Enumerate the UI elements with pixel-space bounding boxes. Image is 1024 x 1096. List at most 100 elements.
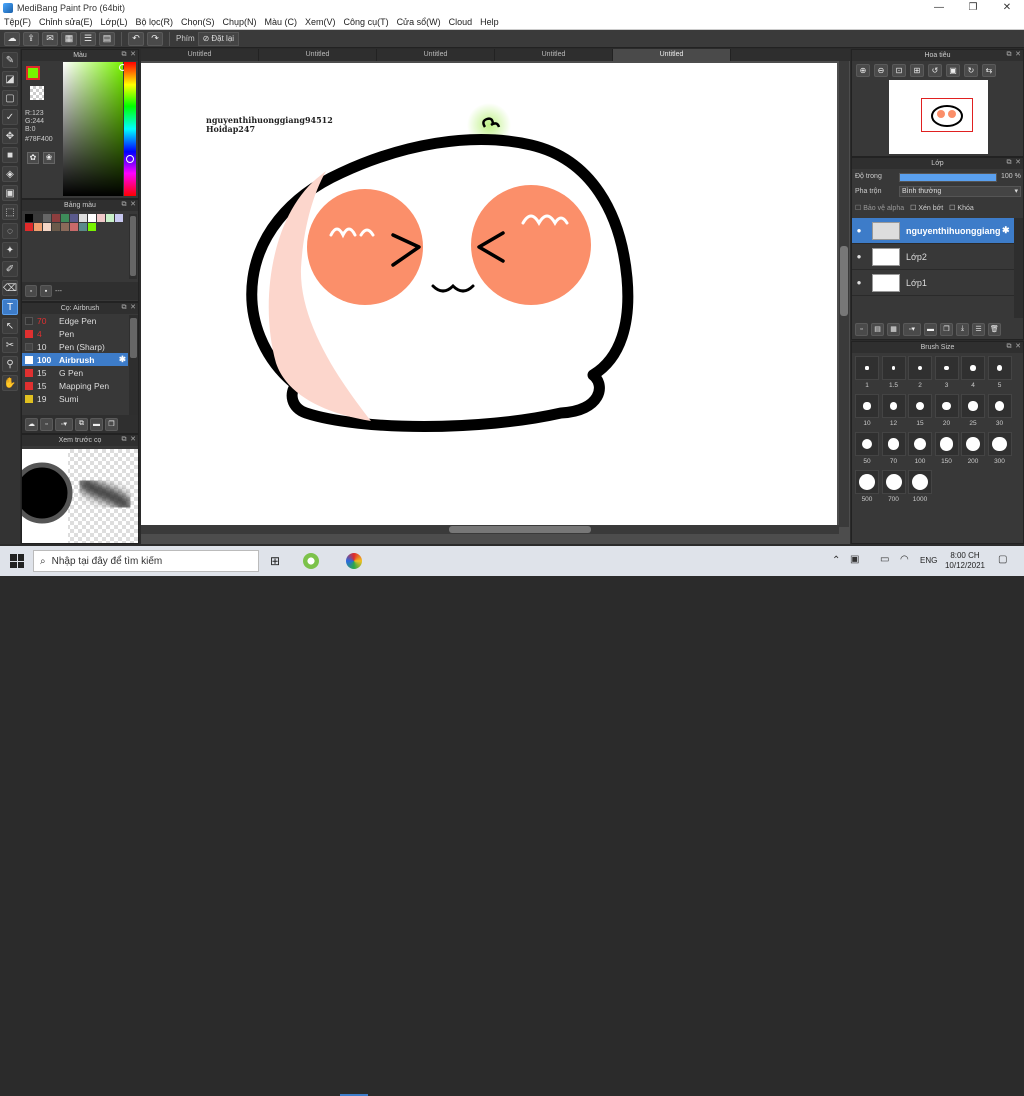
- pen-tool-icon[interactable]: ✓: [2, 109, 18, 125]
- taskbar-search[interactable]: ⌕ Nhập tại đây để tìm kiếm: [33, 550, 259, 572]
- duplicate-layer-icon[interactable]: ❐: [940, 322, 953, 336]
- brush-size-option[interactable]: [987, 432, 1012, 456]
- clipping-checkbox[interactable]: ☐ Xén bớt: [910, 204, 943, 212]
- bucket-tool-icon[interactable]: ◈: [2, 166, 18, 182]
- brush-settings-icon[interactable]: ✱: [119, 354, 126, 365]
- delete-layer-icon[interactable]: 🗑: [988, 322, 1001, 336]
- maximize-button[interactable]: ❐: [956, 2, 990, 13]
- brush-size-option[interactable]: [855, 470, 879, 494]
- palette-swatch[interactable]: [79, 214, 87, 222]
- palette-swatch[interactable]: [70, 223, 78, 231]
- panel-close-icon[interactable]: ✕: [129, 436, 137, 444]
- brush-item[interactable]: 4 Pen: [22, 327, 128, 340]
- tab-document[interactable]: Untitled: [377, 49, 495, 61]
- layer-item[interactable]: ● Lớp1: [852, 270, 1014, 296]
- horizontal-scroll-thumb[interactable]: [449, 526, 591, 533]
- brush-size-option[interactable]: [987, 394, 1012, 418]
- brush-size-option[interactable]: [908, 470, 932, 494]
- palette-swatch[interactable]: [97, 214, 105, 222]
- notification-icon[interactable]: ▢: [998, 554, 1007, 565]
- drawing-canvas[interactable]: nguyenthihuonggiang94512 Hoidap247: [141, 63, 837, 525]
- brush-list-scrollbar[interactable]: [129, 315, 138, 415]
- new-layer-icon[interactable]: ▫: [855, 322, 868, 336]
- wifi-icon[interactable]: ◠: [900, 554, 909, 565]
- foreground-color-swatch[interactable]: [26, 66, 40, 80]
- panel-close-icon[interactable]: ✕: [1014, 159, 1022, 167]
- palette-swatch[interactable]: [34, 214, 42, 222]
- popout-icon[interactable]: ⧉: [120, 436, 128, 444]
- delete-palette-icon[interactable]: ▪: [40, 285, 52, 297]
- palette-swatch[interactable]: [25, 223, 33, 231]
- clock[interactable]: 8:00 CH 10/12/2021: [942, 551, 988, 571]
- app-tray-icon[interactable]: ▣: [850, 554, 859, 565]
- palette-swatch[interactable]: [88, 223, 96, 231]
- brush-item[interactable]: 70 Edge Pen: [22, 314, 128, 327]
- brush-size-option[interactable]: [908, 394, 932, 418]
- palette-swatch[interactable]: [61, 223, 69, 231]
- layer-scrollbar[interactable]: [1014, 218, 1023, 318]
- new-brush-icon[interactable]: ▫: [40, 417, 53, 431]
- menu-help[interactable]: Help: [476, 17, 503, 27]
- rotate-right-icon[interactable]: ↻: [964, 64, 978, 77]
- brush-size-option[interactable]: [881, 432, 906, 456]
- palette-swatch[interactable]: [43, 214, 51, 222]
- layer-item-selected[interactable]: ● nguyenthihuonggiang ✱: [852, 218, 1014, 244]
- horizontal-scrollbar[interactable]: [141, 525, 839, 534]
- battery-icon[interactable]: ▭: [880, 554, 889, 565]
- add-layer-menu-icon[interactable]: ▫▾: [903, 322, 921, 336]
- hue-cursor[interactable]: [126, 155, 134, 163]
- merge-down-icon[interactable]: ⤓: [956, 322, 969, 336]
- brush-size-option[interactable]: [961, 394, 985, 418]
- brush-item[interactable]: 15 G Pen: [22, 366, 128, 379]
- brush-item[interactable]: 15 Mapping Pen: [22, 379, 128, 392]
- palette-swatch[interactable]: [106, 214, 114, 222]
- visibility-icon[interactable]: ●: [852, 226, 866, 235]
- color-mix-icon[interactable]: ❀: [43, 152, 55, 164]
- palette-swatch[interactable]: [25, 214, 33, 222]
- popout-icon[interactable]: ⧉: [120, 304, 128, 312]
- grid-icon[interactable]: ▦: [61, 31, 77, 46]
- palette-scrollbar[interactable]: [129, 214, 137, 279]
- panel-close-icon[interactable]: ✕: [129, 304, 137, 312]
- shape-tool-icon[interactable]: ■: [2, 147, 18, 163]
- palette-swatch[interactable]: [88, 214, 96, 222]
- copy-brush-icon[interactable]: ⧉: [75, 417, 88, 431]
- palette-swatch[interactable]: [79, 223, 87, 231]
- fit-icon[interactable]: ⊡: [892, 64, 906, 77]
- panel-close-icon[interactable]: ✕: [129, 201, 137, 209]
- brush-size-option[interactable]: [881, 394, 906, 418]
- show-hidden-icons[interactable]: ⌃: [832, 555, 840, 566]
- protect-alpha-checkbox[interactable]: ☐ Bảo vệ alpha: [855, 204, 904, 212]
- move-tool-icon[interactable]: ✥: [2, 128, 18, 144]
- menu-select[interactable]: Chọn(S): [177, 17, 219, 27]
- vertical-scrollbar[interactable]: [839, 61, 849, 527]
- popout-icon[interactable]: ⧉: [1005, 51, 1013, 59]
- menu-layer[interactable]: Lớp(L): [97, 17, 132, 27]
- flip-icon[interactable]: ⇆: [982, 64, 996, 77]
- folder-icon[interactable]: ▬: [924, 322, 937, 336]
- palette-swatch[interactable]: [115, 214, 123, 222]
- menu-window[interactable]: Cửa sổ(W): [393, 17, 445, 27]
- palette-swatch[interactable]: [52, 223, 60, 231]
- popout-icon[interactable]: ⧉: [120, 51, 128, 59]
- opacity-slider[interactable]: [899, 173, 997, 182]
- brush-tool-icon[interactable]: ✎: [2, 52, 18, 68]
- popout-icon[interactable]: ⧉: [1005, 159, 1013, 167]
- blend-mode-select[interactable]: Bình thường ▾: [899, 186, 1021, 197]
- gradient-tool-icon[interactable]: ▣: [2, 185, 18, 201]
- brush-size-option[interactable]: [908, 356, 932, 380]
- upload-icon[interactable]: ⇪: [23, 31, 39, 46]
- actual-size-icon[interactable]: ⊞: [910, 64, 924, 77]
- hue-slider[interactable]: [124, 62, 136, 196]
- magic-wand-icon[interactable]: ✦: [2, 242, 18, 258]
- menu-cloud[interactable]: Cloud: [445, 17, 477, 27]
- brush-size-option[interactable]: [987, 356, 1012, 380]
- menu-tools[interactable]: Công cụ(T): [340, 17, 393, 27]
- close-button[interactable]: ✕: [990, 2, 1024, 13]
- windows-start-icon[interactable]: [10, 554, 24, 568]
- lasso-tool-icon[interactable]: ◌: [2, 223, 18, 239]
- panel-close-icon[interactable]: ✕: [1014, 51, 1022, 59]
- add-palette-icon[interactable]: ▫: [25, 285, 37, 297]
- cloud-icon[interactable]: ☁: [4, 31, 20, 46]
- redo-icon[interactable]: ↷: [147, 31, 163, 46]
